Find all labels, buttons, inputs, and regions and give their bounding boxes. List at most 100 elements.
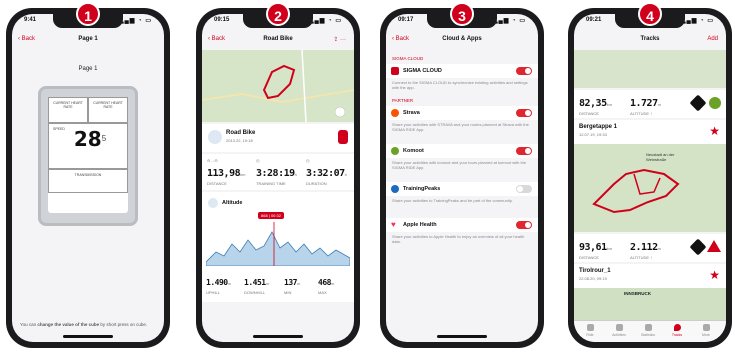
phone-4-screen: 09:21 ▂▄▆ ◔ ▭ Tracks Add 82,35km DISTANCE… [574, 14, 726, 342]
track-date: 12.07.19, 19:33 [579, 132, 607, 137]
tab-ride[interactable]: Ride [578, 324, 602, 337]
home-indicator [437, 335, 487, 338]
row-desc: Share your activities with komoot and yo… [392, 160, 527, 170]
phone-2-screen: 09:15 ▂▄▆ ◔ ▭ ‹ Back Road Bike ⇪ ··· Roa… [202, 14, 354, 342]
activities-icon [615, 324, 623, 331]
cube-transmission[interactable]: TRANSMISSION [48, 169, 128, 193]
nav-title: Road Bike [263, 36, 293, 42]
stat-label: MAX [318, 290, 327, 295]
step-badge-4: 4 [638, 2, 662, 26]
row-desc: Share your activities to Apple Health to… [392, 234, 525, 244]
navigate-icon[interactable] [689, 238, 707, 256]
trainingpeaks-icon [391, 185, 399, 193]
track-card-2[interactable]: Bergetappe 1 12.07.19, 19:33 ★ [574, 120, 726, 144]
toggle-komoot[interactable] [516, 147, 532, 155]
phone-1: 9:41 ▂▄▆ ◔ ▭ ‹ Back Page 1 Page 1 CURREN… [6, 8, 170, 348]
map-label: INNSBRUCK [624, 291, 651, 296]
favorite-star-icon[interactable]: ★ [709, 268, 720, 282]
clock-icon: ◷ [256, 158, 260, 163]
tab-more[interactable]: More [694, 324, 718, 337]
track-alt-value: 2.112 [630, 242, 658, 253]
stat-duration: ◷ 3:32:07h DURATION [306, 158, 347, 186]
signal-icon: ▂▄▆ ◔ ▭ [680, 18, 714, 24]
track-altitude: 2.112m ALTITUDE ↑ [630, 237, 661, 260]
tab-statistics[interactable]: Statistics [636, 324, 660, 337]
track-card-3[interactable]: 93,61km DISTANCE 2.112m ALTITUDE ↑ [574, 234, 726, 262]
section-partner: PARTNER [392, 98, 414, 103]
bike-icon [208, 130, 222, 144]
navigate-icon[interactable] [689, 94, 707, 112]
status-time: 09:15 [214, 17, 230, 23]
stat-unit: m [330, 281, 335, 286]
track-card-4[interactable]: Tirolrour_1 22.08.20, 09:19 ★ [574, 264, 726, 288]
track-card-1[interactable]: 82,35km DISTANCE 1.727m ALTITUDE ↑ [574, 90, 726, 118]
step-badge-1: 1 [76, 2, 100, 26]
cube-speed[interactable]: SPEED 285 [48, 123, 128, 169]
stat-min: 137m MIN [284, 272, 300, 295]
status-time: 09:17 [398, 17, 414, 23]
track-dist-unit: km [606, 102, 612, 107]
cube-heart-rate[interactable]: CURRENT HEART RATE [48, 97, 88, 123]
toggle-apple-health[interactable] [516, 221, 532, 229]
row-label: SIGMA CLOUD [403, 68, 442, 74]
route-map[interactable] [202, 50, 354, 122]
stat-unit: h [294, 172, 297, 177]
altitude-area [206, 231, 350, 266]
altitude-chart[interactable] [206, 222, 350, 266]
stat-label: TRAINING TIME [256, 181, 286, 186]
altitude-title: Altitude [222, 200, 243, 206]
track-alt-unit: m [657, 102, 661, 107]
nav-title: Page 1 [78, 36, 98, 42]
toggle-strava[interactable] [516, 109, 532, 117]
activity-header: Road Bike 2013.22, 19:18 [202, 124, 354, 152]
stat-value: 1.451 [244, 278, 266, 287]
track-alt-label: ALTITUDE ↑ [630, 255, 653, 260]
stat-value: 1.490 [206, 278, 228, 287]
nav-bar: ‹ Back Cloud & Apps [386, 32, 538, 50]
toggle-trainingpeaks[interactable] [516, 185, 532, 193]
location-pin-icon [673, 324, 681, 331]
chart-tooltip: 868 | 00:32 [258, 212, 284, 219]
tooltip-b: 00:32 [270, 213, 281, 218]
favorite-star-icon[interactable]: ★ [709, 124, 720, 138]
cube-sup: 5 [101, 134, 107, 143]
add-button[interactable]: Add [707, 36, 718, 42]
track-alt-value: 1.727 [630, 98, 658, 109]
stat-value: 137 [284, 278, 297, 287]
track-map-3[interactable]: INNSBRUCK [574, 288, 726, 320]
track-distance: 82,35km DISTANCE [579, 93, 612, 116]
tab-activities[interactable]: Activities [607, 324, 631, 337]
stat-training-time: ◷ 3:28:19h TRAINING TIME [256, 158, 297, 186]
track-dist-unit: km [606, 246, 612, 251]
stat-label: UPHILL [206, 290, 221, 295]
row-desc: Share your activities to TrainingPeaks a… [392, 198, 513, 203]
cube-label: SPEED [53, 127, 65, 131]
bike-computer-preview: CURRENT HEART RATE CURRENT HEART RATE SP… [38, 86, 138, 226]
track-map-2[interactable]: Neustadt an der Weinstraße [574, 144, 726, 232]
track-map-1[interactable] [574, 50, 726, 88]
strava-icon [391, 109, 399, 117]
stat-downhill: 1.451m DOWNHILL [244, 272, 269, 295]
row-label: Komoot [403, 148, 424, 154]
activity-date: 2013.22, 19:18 [226, 138, 253, 143]
row-sigma-cloud: SIGMA CLOUD [386, 64, 538, 78]
clock-icon: ◷ [306, 158, 310, 163]
track-dist-value: 82,35 [579, 98, 607, 109]
tab-tracks[interactable]: Tracks [665, 324, 689, 337]
track-altitude: 1.727m ALTITUDE ↑ [630, 93, 661, 116]
mountain-icon [208, 198, 218, 208]
stat-distance: ⊖→⊖ 113,98km DISTANCE [207, 158, 245, 186]
nav-bar: Tracks Add [574, 32, 726, 50]
nav-title: Cloud & Apps [442, 36, 482, 42]
track-distance: 93,61km DISTANCE [579, 237, 612, 260]
share-icon[interactable]: ⇪ ··· [333, 36, 346, 43]
stat-max: 468m MAX [318, 272, 334, 295]
status-time: 9:41 [24, 17, 37, 23]
home-indicator [63, 335, 113, 338]
map-label: Neustadt an der Weinstraße [646, 152, 675, 162]
cube-heart-rate-2[interactable]: CURRENT HEART RATE [88, 97, 128, 123]
toggle-sigma-cloud[interactable] [516, 67, 532, 75]
stat-unit: m [296, 281, 301, 286]
stat-icon: ⊖→⊖ [207, 158, 218, 163]
row-apple-health: ♥ Apple Health [386, 218, 538, 232]
